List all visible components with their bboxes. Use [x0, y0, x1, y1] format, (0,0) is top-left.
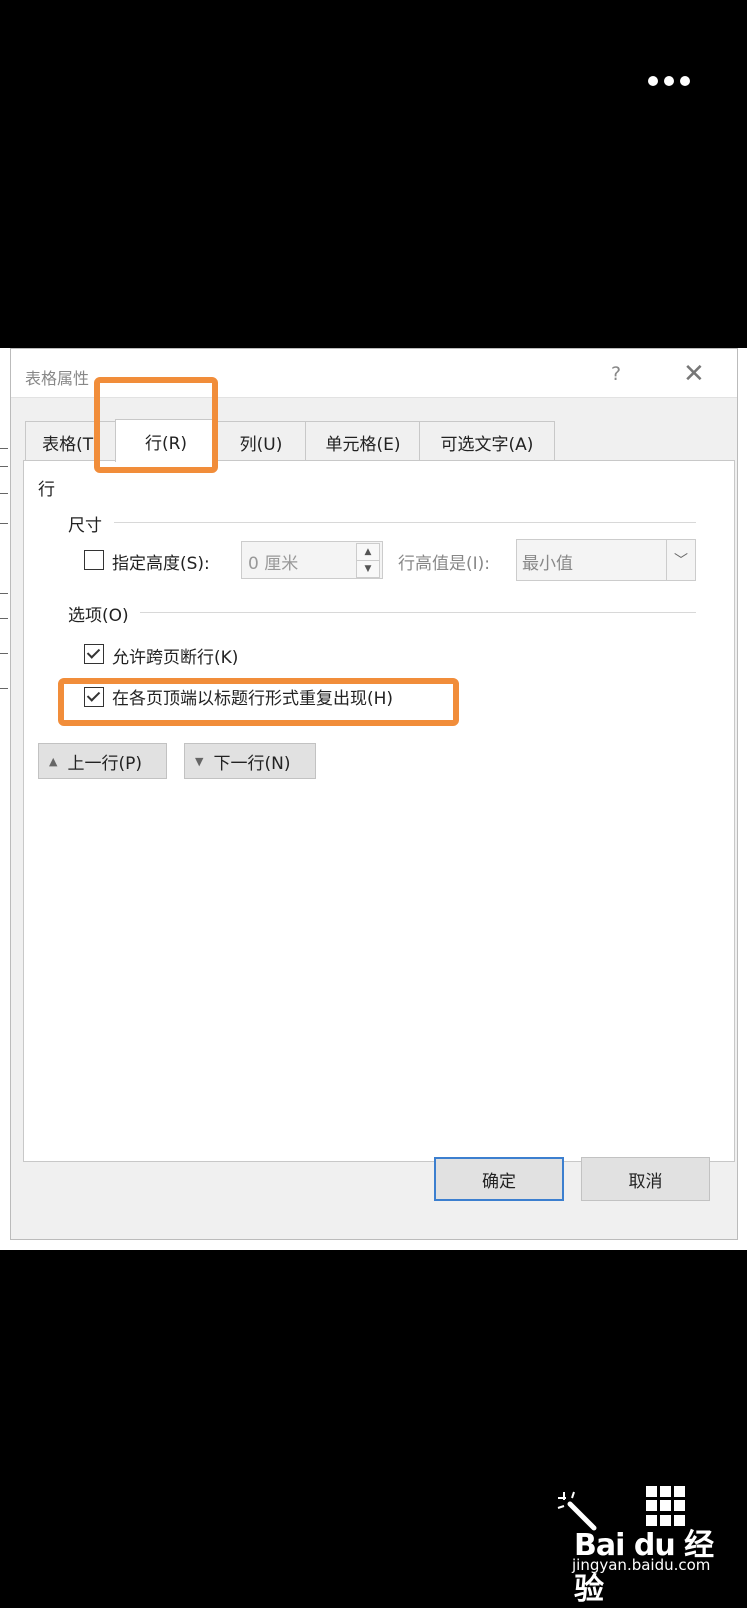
- tab-column[interactable]: 列(U): [215, 421, 307, 462]
- watermark-url: jingyan.baidu.com: [572, 1556, 711, 1574]
- tab-cell[interactable]: 单元格(E): [305, 421, 421, 462]
- next-row-label: 下一行(N): [213, 753, 291, 774]
- specify-height-label: 指定高度(S):: [112, 554, 210, 574]
- triangle-up-icon: ▲: [49, 754, 58, 768]
- spin-up-icon[interactable]: ▲: [356, 543, 380, 561]
- prev-row-label: 上一行(P): [67, 753, 142, 774]
- allow-break-checkbox[interactable]: [84, 644, 104, 664]
- next-row-button[interactable]: ▼ 下一行(N): [184, 743, 316, 779]
- table-properties-dialog: 表格属性 ? ✕ 表格(T) 行(R) 列(U) 单元格(E) 可选文字(A) …: [10, 348, 738, 1240]
- cancel-button[interactable]: 取消: [581, 1157, 710, 1201]
- row-tab-panel: 行 尺寸 指定高度(S): 0 厘米 ▲ ▼ 行高值是(I): 最小值 ﹀ 选项…: [23, 460, 735, 1162]
- more-options-icon[interactable]: [648, 72, 694, 90]
- options-divider: [140, 612, 696, 613]
- triangle-down-icon: ▼: [195, 754, 204, 768]
- dialog-title: 表格属性: [25, 369, 90, 388]
- height-spinner[interactable]: 0 厘米 ▲ ▼: [241, 541, 383, 579]
- chevron-down-icon[interactable]: ﹀: [666, 540, 695, 580]
- section-title: 行: [38, 480, 55, 500]
- ok-button[interactable]: 确定: [434, 1157, 564, 1201]
- allow-break-label: 允许跨页断行(K): [112, 648, 239, 668]
- screenshot-area: 表格属性 ? ✕ 表格(T) 行(R) 列(U) 单元格(E) 可选文字(A) …: [0, 348, 747, 1250]
- specify-height-checkbox[interactable]: [84, 550, 104, 570]
- tab-alt-text[interactable]: 可选文字(A): [419, 421, 555, 462]
- size-group-label: 尺寸: [68, 516, 102, 536]
- row-height-is-label: 行高值是(I):: [398, 554, 491, 574]
- size-divider: [114, 522, 696, 523]
- height-value: 0 厘米: [248, 554, 299, 574]
- highlight-row-tab: [94, 377, 218, 473]
- row-height-mode-select[interactable]: 最小值 ﹀: [516, 539, 696, 581]
- baidu-jingyan-watermark: Bai du 经验 jingyan.baidu.com: [556, 1486, 716, 1607]
- row-height-mode-value: 最小值: [522, 554, 573, 574]
- close-button[interactable]: ✕: [683, 359, 705, 389]
- prev-row-button[interactable]: ▲ 上一行(P): [38, 743, 167, 779]
- help-button[interactable]: ?: [611, 363, 621, 385]
- options-group-label: 选项(O): [68, 606, 129, 626]
- spin-down-icon[interactable]: ▼: [356, 560, 380, 578]
- highlight-repeat-header: [58, 678, 459, 726]
